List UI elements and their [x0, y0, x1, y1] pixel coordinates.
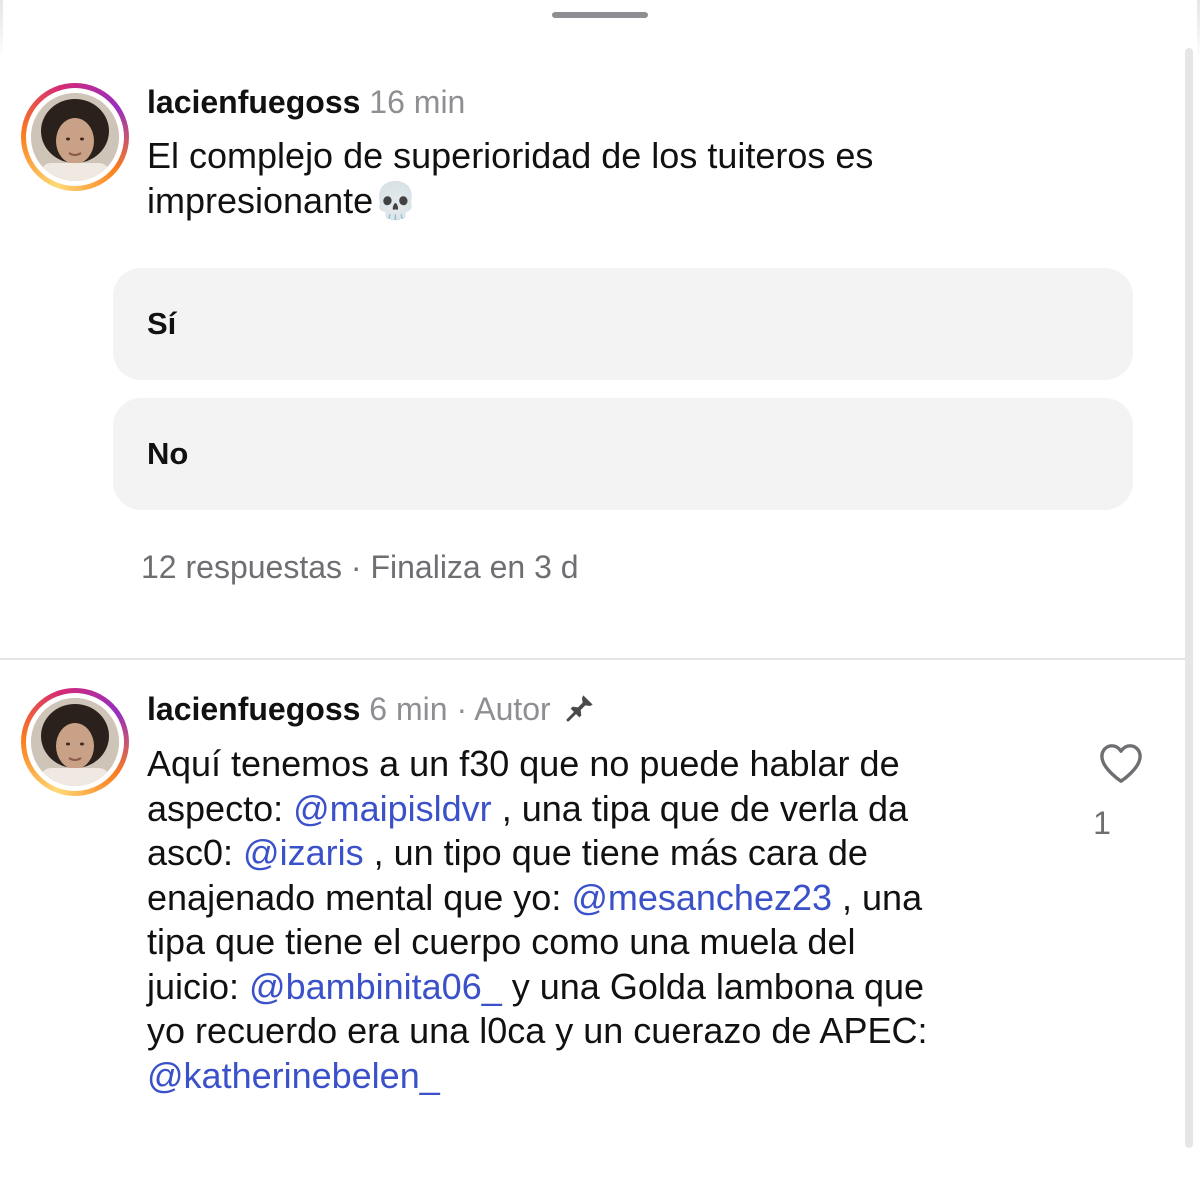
avatar-photo	[31, 93, 119, 181]
reply-line: juicio: @bambinita06_ y una Golda lambon…	[147, 965, 925, 1007]
post-header: lacienfuegoss 16 min	[147, 82, 465, 122]
reply-line: yo recuerdo era una l0ca y un cuerazo de…	[147, 1010, 928, 1051]
username[interactable]: lacienfuegoss	[147, 84, 360, 120]
reply-time: 6 min	[369, 691, 448, 727]
avatar[interactable]	[21, 688, 129, 796]
reply-header: lacienfuegoss 6 min · Autor	[147, 689, 596, 733]
poll-footer: 12 respuestas · Finaliza en 3 d	[141, 549, 579, 585]
post-text-line: El complejo de superioridad de los tuite…	[147, 135, 874, 176]
avatar-photo	[31, 698, 119, 786]
post-text-line: impresionante	[147, 179, 374, 221]
sheet-edge	[0, 0, 3, 60]
poll-option-label: No	[147, 436, 189, 471]
avatar[interactable]	[21, 83, 129, 191]
heart-icon[interactable]	[1098, 742, 1144, 789]
pin-icon	[564, 692, 596, 733]
poll-option-si[interactable]: Sí	[113, 268, 1133, 380]
mention-link[interactable]: @katherinebelen_	[147, 1055, 440, 1096]
reply-line: asc0: @izaris , un tipo que tiene más ca…	[147, 832, 868, 873]
reply-line: aspecto: @maipisldvr , una tipa que de v…	[147, 787, 908, 829]
post-text: El complejo de superioridad de los tuite…	[147, 134, 873, 223]
author-badge: Autor	[474, 691, 551, 727]
poll-option-no[interactable]: No	[113, 398, 1133, 510]
reply-text: Aquí tenemos a un f30 que no puede habla…	[147, 742, 927, 1098]
mention-link[interactable]: @maipisldvr	[293, 788, 492, 829]
mention-link[interactable]: @bambinita06_	[249, 966, 502, 1007]
scrollbar[interactable]	[1185, 48, 1193, 1148]
poll-option-label: Sí	[147, 306, 177, 341]
skull-emoji: 💀	[373, 179, 418, 221]
reply-line: @katherinebelen_	[147, 1055, 440, 1096]
reply-line: Aquí tenemos a un f30 que no puede habla…	[147, 743, 900, 784]
divider	[0, 658, 1185, 660]
mention-link[interactable]: @mesanchez23	[571, 877, 832, 918]
username[interactable]: lacienfuegoss	[147, 691, 360, 727]
post-time: 16 min	[369, 84, 466, 120]
sheet-grab-handle[interactable]	[552, 12, 648, 18]
like-count: 1	[1093, 805, 1111, 841]
mention-link[interactable]: @izaris	[243, 832, 364, 873]
separator: ·	[456, 691, 468, 727]
reply-line: tipa que tiene el cuerpo como una muela …	[147, 921, 856, 962]
reply-line: enajenado mental que yo: @mesanchez23 , …	[147, 876, 923, 918]
